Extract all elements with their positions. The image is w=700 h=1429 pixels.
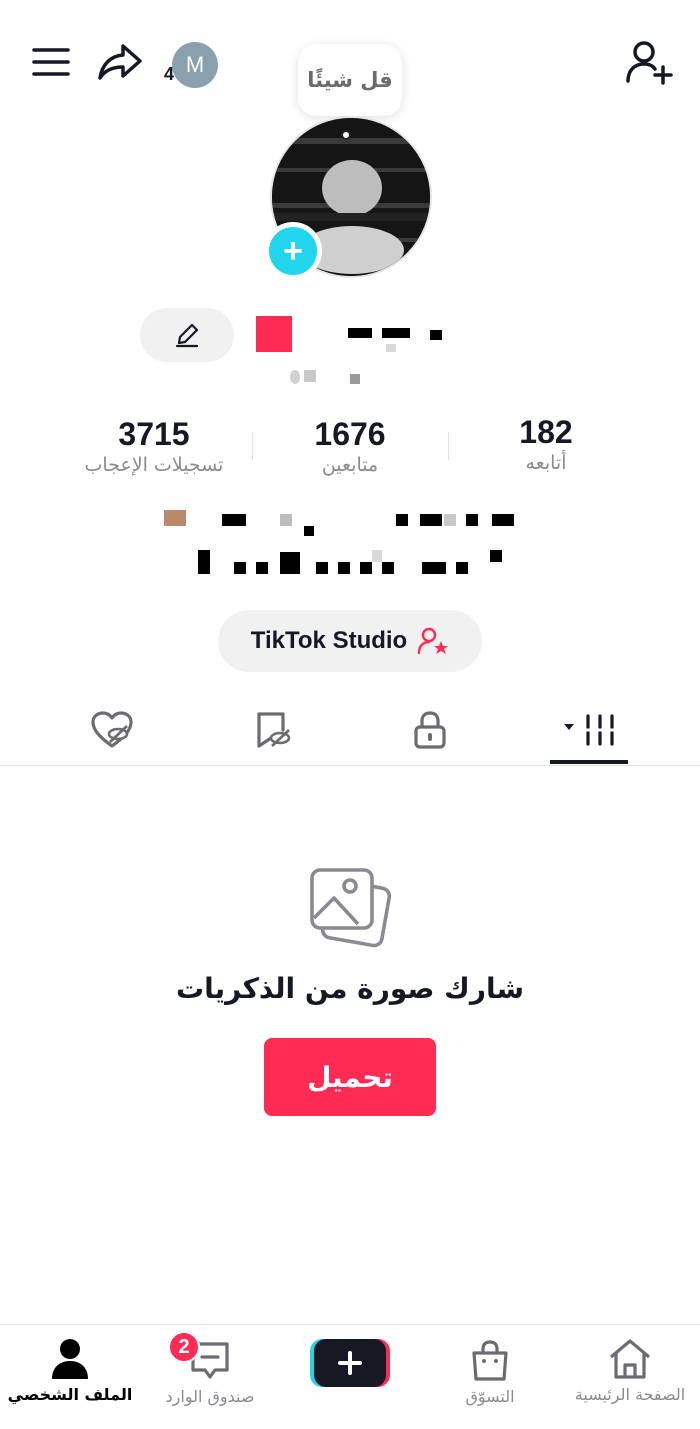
followers-count[interactable]: 1676 (280, 416, 420, 453)
empty-state-title: شارك صورة من الذكريات (175, 972, 525, 1005)
likes-count[interactable]: 3715 (84, 416, 224, 453)
stat-divider (448, 432, 449, 460)
stat-divider (252, 432, 253, 460)
account-switcher[interactable]: M 4 (162, 42, 222, 92)
nav-home-label: الصفحة الرئيسية (574, 1385, 686, 1404)
grid-icon (564, 714, 616, 746)
hidden-heart-icon (91, 711, 133, 748)
nav-shop[interactable]: التسوّق (420, 1325, 560, 1429)
nav-home[interactable]: الصفحة الرئيسية (560, 1325, 700, 1429)
tiktok-studio-button[interactable]: TikTok Studio (218, 610, 482, 672)
lock-icon (414, 711, 446, 749)
pencil-icon (175, 323, 199, 348)
nav-inbox[interactable]: صندوق الوارد 2 (140, 1325, 280, 1429)
create-button[interactable] (310, 1337, 390, 1389)
hamburger-icon[interactable] (30, 42, 72, 82)
add-friend-icon[interactable] (624, 38, 674, 86)
nav-inbox-label: صندوق الوارد (165, 1387, 255, 1406)
tab-liked[interactable] (72, 700, 152, 760)
account-count: 4 (164, 64, 175, 84)
home-icon (609, 1339, 651, 1379)
inbox-badge: 2 (168, 1331, 200, 1363)
edit-profile-button[interactable] (140, 308, 234, 362)
share-arrow-icon[interactable] (96, 40, 144, 84)
creator-star-icon (418, 627, 449, 655)
bottom-navigation: الملف الشخصي صندوق الوارد 2 التسوّق الصف… (0, 1324, 700, 1429)
add-avatar-button[interactable]: + (264, 222, 322, 280)
tab-private[interactable] (390, 700, 470, 760)
tab-videos[interactable] (550, 700, 628, 760)
bubble-pointer (341, 130, 351, 140)
studio-label: TikTok Studio (250, 627, 408, 654)
nav-shop-label: التسوّق (465, 1387, 515, 1406)
followers-label: متابعين (321, 454, 379, 476)
upload-button[interactable]: تحميل (264, 1038, 436, 1116)
photo-stack-icon (306, 862, 394, 950)
following-count[interactable]: 182 (476, 414, 616, 451)
hidden-bookmark-icon (257, 712, 291, 748)
shopping-bag-icon (472, 1340, 508, 1381)
nav-profile-label: الملف الشخصي (7, 1385, 133, 1404)
bio-redacted (160, 506, 520, 578)
tab-favorites[interactable] (232, 700, 312, 760)
username-redacted (256, 316, 456, 386)
nav-profile[interactable]: الملف الشخصي (0, 1325, 140, 1429)
account-avatar: M (172, 42, 218, 88)
person-icon (52, 1339, 88, 1379)
say-something-bubble[interactable]: قل شيئًا (298, 44, 402, 116)
following-label: أتابعه (525, 452, 567, 474)
likes-label: تسجيلات الإعجاب (84, 454, 224, 476)
active-tab-indicator (550, 760, 628, 764)
tabs-divider (0, 765, 700, 766)
